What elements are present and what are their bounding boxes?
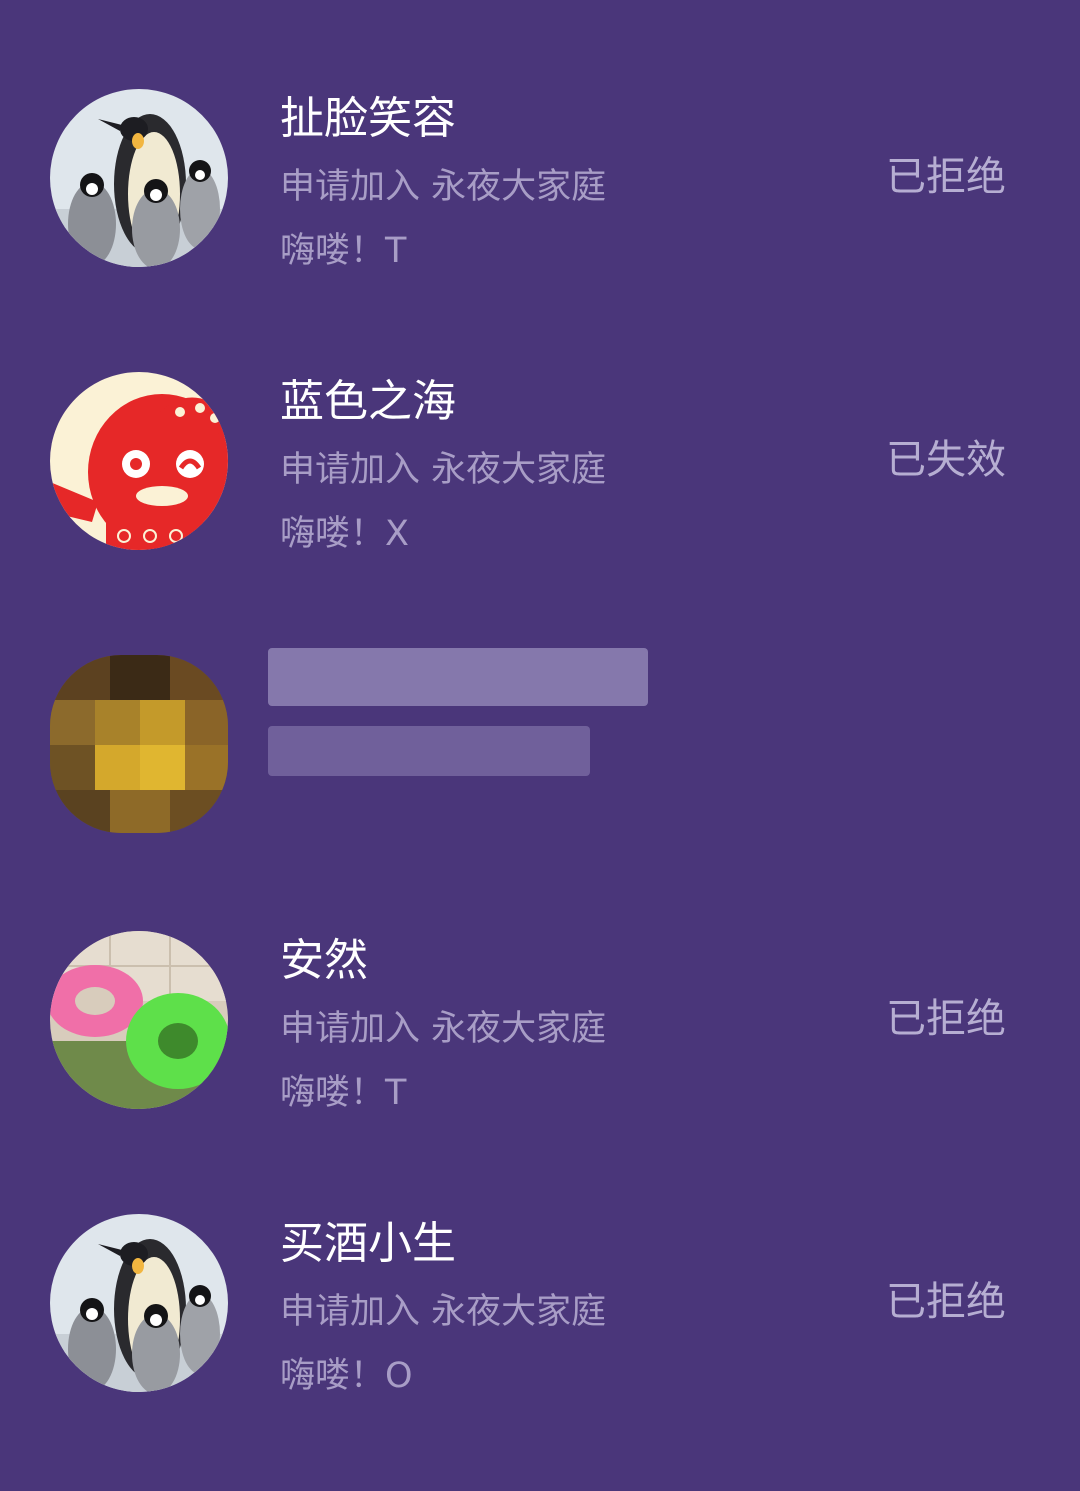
status-label: 已拒绝 [886,996,1006,1042]
status-label: 已失效 [886,437,1006,483]
request-row[interactable] [0,566,1080,849]
swim-rings-avatar-icon[interactable] [50,931,228,1109]
obscured-detail-block [268,726,590,776]
pixelated-avatar-icon[interactable] [50,655,228,833]
request-message: 嗨喽！O [280,1356,413,1396]
requester-name: 扯脸笑容 [280,93,456,144]
penguin-avatar-icon[interactable] [50,89,228,267]
join-request-list: 扯脸笑容 申请加入 永夜大家庭 嗨喽！T 已拒绝 蓝色之海 申请加入 永夜大家庭… [0,0,1080,1491]
status-label: 已拒绝 [886,154,1006,200]
red-mascot-avatar-icon[interactable] [50,372,228,550]
status-label: 已拒绝 [886,1279,1006,1325]
request-text: 申请加入 永夜大家庭 [280,1292,607,1332]
penguin-avatar-icon[interactable] [50,1214,228,1392]
request-text: 申请加入 永夜大家庭 [280,167,607,207]
request-text: 申请加入 永夜大家庭 [280,1009,607,1049]
obscured-name-block [268,648,648,706]
request-message: 嗨喽！T [280,1073,407,1113]
request-row[interactable]: 扯脸笑容 申请加入 永夜大家庭 嗨喽！T 已拒绝 [0,0,1080,283]
request-row[interactable]: 买酒小生 申请加入 永夜大家庭 嗨喽！O 已拒绝 [0,1125,1080,1408]
request-message: 嗨喽！T [280,231,407,271]
requester-name: 安然 [280,935,368,986]
request-text: 申请加入 永夜大家庭 [280,450,607,490]
request-message: 嗨喽！X [280,514,409,554]
requester-name: 蓝色之海 [280,376,456,427]
requester-name: 买酒小生 [280,1218,456,1269]
request-row[interactable]: 安然 申请加入 永夜大家庭 嗨喽！T 已拒绝 [0,842,1080,1125]
request-row[interactable]: 蓝色之海 申请加入 永夜大家庭 嗨喽！X 已失效 [0,283,1080,566]
